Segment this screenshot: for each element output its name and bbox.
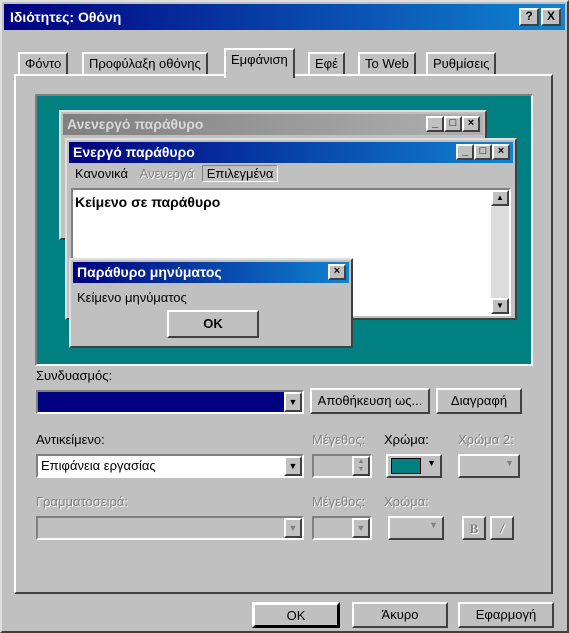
ok-button[interactable]: OK <box>252 602 340 628</box>
font-color-label: Χρώμα: <box>384 494 429 509</box>
delete-button[interactable]: Διαγραφή <box>436 388 522 414</box>
apply-button[interactable]: Εφαρμογή <box>458 602 554 628</box>
cancel-button[interactable]: Άκυρο <box>352 602 448 628</box>
tab-effects[interactable]: Εφέ <box>308 52 345 76</box>
message-box-title: Παράθυρο μηνύματος × <box>73 262 349 283</box>
preview-menu-bar: Κανονικά Ανενεργά Επιλεγμένα <box>71 165 279 186</box>
tab-web[interactable]: Το Web <box>358 52 416 76</box>
inactive-window-title: Ανενεργό παράθυρο _ □ × <box>63 114 483 135</box>
scroll-down-icon[interactable]: ▼ <box>491 298 509 314</box>
item-color2-label: Χρώμα 2: <box>458 432 514 447</box>
window-text: Κείμενο σε παράθυρο <box>75 194 221 210</box>
appearance-panel: Ανενεργό παράθυρο _ □ × Ενεργό παράθυρο … <box>14 74 553 594</box>
title-bar[interactable]: Ιδιότητες: Οθόνη ? X <box>4 4 565 30</box>
scheme-combo[interactable]: ▼ <box>36 390 304 414</box>
item-size-label: Μέγεθος: <box>312 432 366 447</box>
message-ok-button[interactable]: OK <box>167 310 259 338</box>
minimize-icon: _ <box>426 116 444 132</box>
close-icon: × <box>492 144 510 160</box>
msgbox-title-text: Παράθυρο μηνύματος <box>77 264 222 280</box>
maximize-icon: □ <box>474 144 492 160</box>
menu-normal[interactable]: Κανονικά <box>71 166 132 181</box>
inactive-title-text: Ανενεργό παράθυρο <box>67 116 204 132</box>
active-title-text: Ενεργό παράθυρο <box>73 144 195 160</box>
scheme-value <box>38 392 41 407</box>
maximize-icon: □ <box>444 116 462 132</box>
inactive-window-buttons: _ □ × <box>426 116 480 133</box>
font-size-label: Μέγεθος: <box>312 494 366 509</box>
msgbox-buttons: × <box>328 264 346 281</box>
message-text: Κείμενο μηνύματος <box>77 290 187 305</box>
item-label: Αντικείμενο: <box>36 432 105 447</box>
close-button[interactable]: X <box>541 8 561 26</box>
item-color2-button: ▼ <box>458 454 520 478</box>
close-icon: × <box>328 264 346 280</box>
save-as-button[interactable]: Αποθήκευση ως... <box>310 388 430 414</box>
font-combo: ▼ <box>36 516 304 540</box>
item-value: Επιφάνεια εργασίας <box>41 458 156 473</box>
chevron-down-icon: ▼ <box>284 518 302 538</box>
preview-scrollbar[interactable]: ▲ ▼ <box>491 190 509 314</box>
tab-background[interactable]: Φόντο <box>18 52 69 76</box>
scroll-up-icon[interactable]: ▲ <box>491 190 509 206</box>
item-color-label: Χρώμα: <box>384 432 429 447</box>
font-color-button: ▼ <box>388 516 444 540</box>
chevron-down-icon: ▼ <box>352 518 370 538</box>
bold-button: B <box>462 516 486 540</box>
chevron-down-icon[interactable]: ▼ <box>284 392 302 412</box>
chevron-down-icon[interactable]: ▼ <box>284 456 302 476</box>
tab-appearance[interactable]: Εμφάνιση <box>224 48 295 78</box>
close-icon: × <box>462 116 480 132</box>
preview-message-box[interactable]: Παράθυρο μηνύματος × Κείμενο μηνύματος O… <box>69 258 353 348</box>
scheme-label: Συνδυασμός: <box>36 368 113 383</box>
active-window-title: Ενεργό παράθυρο _ □ × <box>69 142 513 163</box>
italic-button: / <box>490 516 514 540</box>
menu-disabled: Ανενεργά <box>139 166 195 181</box>
chevron-down-icon: ▼ <box>429 520 438 530</box>
minimize-icon: _ <box>456 144 474 160</box>
item-combo[interactable]: Επιφάνεια εργασίας ▼ <box>36 454 304 478</box>
font-size-combo: ▼ <box>312 516 372 540</box>
appearance-preview[interactable]: Ανενεργό παράθυρο _ □ × Ενεργό παράθυρο … <box>35 94 533 366</box>
item-size-spinner: ▲ ▼ <box>312 454 372 478</box>
window-title: Ιδιότητες: Οθόνη <box>10 9 122 25</box>
spinner-icon: ▲ ▼ <box>352 456 370 476</box>
active-window-buttons: _ □ × <box>456 144 510 161</box>
font-label: Γραμματοσειρά: <box>36 494 128 509</box>
tab-settings[interactable]: Ρυθμίσεις <box>426 52 497 76</box>
help-button[interactable]: ? <box>519 8 539 26</box>
chevron-down-icon: ▼ <box>427 458 436 468</box>
chevron-down-icon: ▼ <box>505 458 514 468</box>
menu-selected[interactable]: Επιλεγμένα <box>201 165 279 182</box>
color-swatch <box>391 458 421 474</box>
display-properties-window: Ιδιότητες: Οθόνη ? X Φόντο Προφύλαξη οθό… <box>0 0 569 633</box>
tab-screensaver[interactable]: Προφύλαξη οθόνης <box>82 52 208 76</box>
item-color-button[interactable]: ▼ <box>386 454 442 478</box>
